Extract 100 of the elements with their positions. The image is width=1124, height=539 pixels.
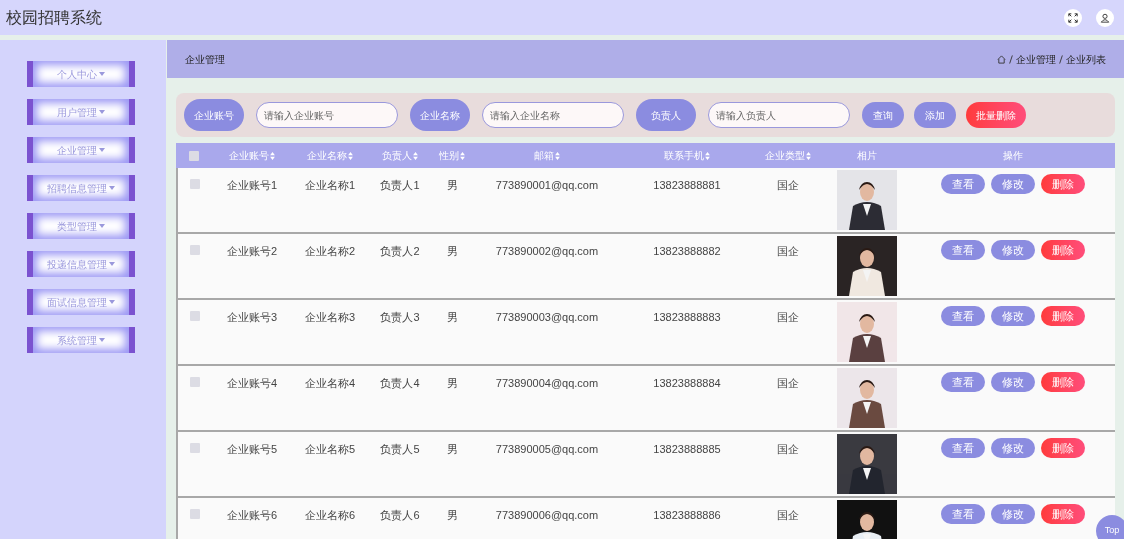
- sidebar-item[interactable]: 类型管理: [27, 213, 135, 239]
- table-cell-text: 13823888886: [653, 508, 721, 523]
- caret-icon: [109, 262, 115, 266]
- table-cell-text: 773890003@qq.com: [495, 310, 599, 325]
- separator-icon: [1009, 54, 1013, 64]
- sidebar-item[interactable]: 用户管理: [27, 99, 135, 125]
- sort-icon[interactable]: [554, 151, 560, 160]
- table-cell-text: 773890006@qq.com: [495, 508, 599, 523]
- action-button[interactable]: 修改: [990, 174, 1035, 194]
- delete-button[interactable]: 删除: [1040, 174, 1085, 194]
- column-header[interactable]: 负责人: [381, 148, 419, 163]
- table-cell-text: 国企: [777, 376, 799, 391]
- action-button[interactable]: 查看: [940, 306, 985, 326]
- action-button[interactable]: 查看: [940, 240, 985, 260]
- back-to-top-button[interactable]: Top: [1096, 515, 1124, 539]
- column-header: 操作: [1002, 149, 1023, 163]
- sort-icon[interactable]: [269, 151, 275, 160]
- sidebar-item[interactable]: 招聘信息管理: [27, 175, 135, 201]
- checkbox[interactable]: [190, 179, 200, 189]
- delete-button[interactable]: 删除: [1040, 240, 1085, 260]
- column-header[interactable]: 企业名称: [306, 148, 354, 163]
- table-cell-text: 13823888883: [653, 310, 721, 325]
- action-button[interactable]: 查看: [940, 372, 985, 392]
- sidebar-item[interactable]: 企业管理: [27, 137, 135, 163]
- table-cell-text: 男: [446, 178, 458, 193]
- sort-icon[interactable]: [704, 151, 710, 160]
- table-cell-text: 负责人6: [380, 508, 420, 523]
- user-icon[interactable]: [1096, 8, 1114, 27]
- delete-button[interactable]: 删除: [1040, 372, 1085, 392]
- action-button[interactable]: 修改: [990, 438, 1035, 458]
- table-cell-text: 企业账号5: [226, 442, 278, 457]
- search-button[interactable]: 查询: [862, 102, 904, 128]
- sidebar-item[interactable]: 个人中心: [27, 61, 135, 87]
- table-cell-text: 企业名称6: [304, 508, 356, 523]
- table-cell-text: 国企: [777, 310, 799, 325]
- checkbox[interactable]: [189, 150, 199, 161]
- table-cell-text: 13823888885: [653, 442, 721, 457]
- checkbox[interactable]: [190, 311, 200, 321]
- checkbox[interactable]: [190, 377, 200, 387]
- action-button[interactable]: 查看: [940, 504, 985, 524]
- breadcrumb-item[interactable]: 企业列表: [1066, 51, 1106, 67]
- page-title: 企业管理: [185, 52, 225, 67]
- batch-delete-button[interactable]: 批量删除: [966, 102, 1026, 128]
- caret-icon: [99, 148, 105, 152]
- action-button[interactable]: 修改: [990, 240, 1035, 260]
- table-cell-text: 13823888881: [653, 178, 721, 193]
- column-header: 相片: [857, 149, 877, 163]
- column-header[interactable]: 邮箱: [533, 148, 561, 163]
- column-header[interactable]: 企业类型: [764, 148, 812, 163]
- table-cell-text: 企业账号4: [226, 376, 278, 391]
- table-cell-text: 男: [446, 508, 458, 523]
- checkbox[interactable]: [190, 245, 200, 255]
- table-cell-text: 负责人4: [380, 376, 420, 391]
- sort-icon[interactable]: [412, 151, 418, 160]
- checkbox[interactable]: [190, 443, 200, 453]
- table-cell-text: 男: [446, 310, 458, 325]
- table-cell-text: 企业名称4: [304, 376, 356, 391]
- table-cell-text: 773890004@qq.com: [495, 376, 599, 391]
- table-cell-text: 773890005@qq.com: [495, 442, 599, 457]
- table-cell-text: 国企: [777, 178, 799, 193]
- delete-button[interactable]: 删除: [1040, 504, 1085, 524]
- caret-icon: [99, 72, 105, 76]
- action-button[interactable]: 查看: [940, 438, 985, 458]
- table-cell-text: 国企: [777, 508, 799, 523]
- caret-icon: [99, 110, 105, 114]
- table-cell-text: 13823888882: [653, 244, 721, 259]
- search-button[interactable]: 添加: [914, 102, 956, 128]
- table-cell-text: 负责人3: [380, 310, 420, 325]
- sort-icon[interactable]: [459, 151, 465, 160]
- action-button[interactable]: 修改: [990, 504, 1035, 524]
- table-cell-text: 13823888884: [653, 376, 721, 391]
- search-field[interactable]: 请输入企业账号: [256, 102, 398, 128]
- sidebar-item[interactable]: 面试信息管理: [27, 289, 135, 315]
- action-button[interactable]: 修改: [990, 372, 1035, 392]
- breadcrumb-item[interactable]: 企业管理: [1016, 51, 1056, 67]
- field-label: 企业账号: [184, 99, 244, 131]
- fullscreen-icon[interactable]: [1064, 8, 1082, 27]
- delete-button[interactable]: 删除: [1040, 438, 1085, 458]
- sidebar-item[interactable]: 投递信息管理: [27, 251, 135, 277]
- sidebar-item[interactable]: 系统管理: [27, 327, 135, 353]
- field-label: 企业名称: [410, 99, 470, 131]
- app-title: 校园招聘系统: [6, 7, 102, 28]
- column-header[interactable]: 性别: [438, 148, 466, 163]
- caret-icon: [109, 186, 115, 190]
- table-cell-text: 负责人2: [380, 244, 420, 259]
- caret-icon: [99, 338, 105, 342]
- sort-icon[interactable]: [805, 151, 811, 160]
- caret-icon: [99, 224, 105, 228]
- action-button[interactable]: 查看: [940, 174, 985, 194]
- table-cell-text: 男: [446, 376, 458, 391]
- delete-button[interactable]: 删除: [1040, 306, 1085, 326]
- search-field[interactable]: 请输入企业名称: [482, 102, 624, 128]
- column-header[interactable]: 联系手机: [663, 148, 711, 163]
- sort-icon[interactable]: [347, 151, 353, 160]
- home-icon[interactable]: [997, 54, 1006, 64]
- action-button[interactable]: 修改: [990, 306, 1035, 326]
- column-header[interactable]: 企业账号: [228, 148, 276, 163]
- table-cell-text: 企业名称3: [304, 310, 356, 325]
- search-field[interactable]: 请输入负责人: [708, 102, 850, 128]
- checkbox[interactable]: [190, 509, 200, 519]
